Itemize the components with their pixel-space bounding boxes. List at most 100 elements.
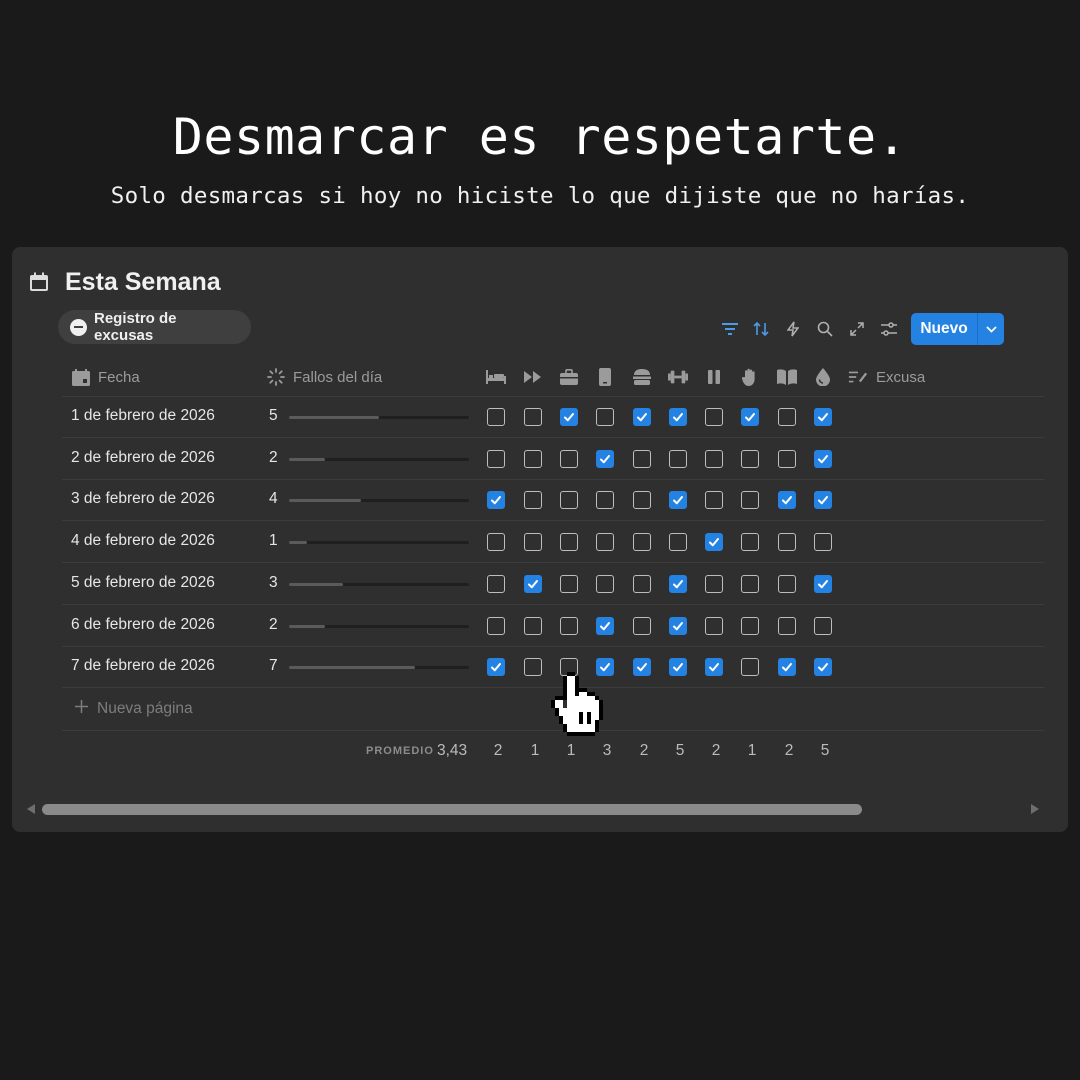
habit-checkbox[interactable] [487, 491, 505, 509]
habit-checkbox[interactable] [669, 491, 687, 509]
column-header-fails[interactable]: Fallos del día [293, 366, 382, 388]
row-date[interactable]: 7 de febrero de 2026 [71, 657, 215, 675]
habit-checkbox[interactable] [669, 408, 687, 426]
habit-checkbox[interactable] [487, 575, 505, 593]
phone-icon[interactable] [595, 368, 615, 386]
scroll-left-arrow[interactable] [27, 804, 35, 814]
habit-checkbox[interactable] [487, 617, 505, 635]
filter-icon[interactable] [721, 318, 739, 340]
habit-checkbox[interactable] [705, 658, 723, 676]
habit-checkbox[interactable] [778, 450, 796, 468]
habit-checkbox[interactable] [487, 658, 505, 676]
habit-checkbox[interactable] [560, 408, 578, 426]
row-date[interactable]: 3 de febrero de 2026 [71, 490, 215, 508]
habit-checkbox[interactable] [669, 658, 687, 676]
row-date[interactable]: 4 de febrero de 2026 [71, 532, 215, 550]
habit-checkbox[interactable] [487, 408, 505, 426]
pause-icon[interactable] [704, 368, 724, 386]
habit-checkbox[interactable] [524, 658, 542, 676]
habit-checkbox[interactable] [524, 617, 542, 635]
habit-checkbox[interactable] [560, 491, 578, 509]
habit-checkbox[interactable] [741, 408, 759, 426]
new-page-button[interactable]: Nueva página [75, 700, 193, 718]
habit-checkbox[interactable] [633, 491, 651, 509]
habit-checkbox[interactable] [669, 450, 687, 468]
expand-icon[interactable] [848, 318, 866, 340]
habit-checkbox[interactable] [814, 575, 832, 593]
habit-checkbox[interactable] [705, 408, 723, 426]
book-icon[interactable] [777, 368, 797, 386]
sort-icon[interactable] [752, 318, 770, 340]
habit-checkbox[interactable] [778, 658, 796, 676]
habit-checkbox[interactable] [596, 533, 614, 551]
habit-checkbox[interactable] [778, 575, 796, 593]
habit-checkbox[interactable] [814, 491, 832, 509]
dumbbell-icon[interactable] [668, 368, 688, 386]
habit-checkbox[interactable] [741, 450, 759, 468]
horizontal-scrollbar[interactable] [42, 804, 862, 815]
habit-checkbox[interactable] [633, 450, 651, 468]
habit-checkbox[interactable] [814, 658, 832, 676]
habit-checkbox[interactable] [669, 617, 687, 635]
fast-forward-icon[interactable] [523, 368, 543, 386]
habit-checkbox[interactable] [633, 617, 651, 635]
habit-checkbox[interactable] [814, 450, 832, 468]
burger-icon[interactable] [632, 368, 652, 386]
habit-checkbox[interactable] [705, 575, 723, 593]
view-tab-excuses[interactable]: Registro de excusas [58, 310, 251, 344]
habit-checkbox[interactable] [560, 617, 578, 635]
chevron-down-icon[interactable] [978, 325, 1004, 333]
habit-checkbox[interactable] [633, 408, 651, 426]
new-button[interactable]: Nuevo [911, 313, 1004, 345]
habit-checkbox[interactable] [633, 575, 651, 593]
briefcase-icon[interactable] [559, 368, 579, 386]
settings-sliders-icon[interactable] [880, 318, 898, 340]
habit-checkbox[interactable] [487, 450, 505, 468]
habit-checkbox[interactable] [524, 533, 542, 551]
column-header-date[interactable]: Fecha [98, 366, 140, 388]
habit-checkbox[interactable] [596, 408, 614, 426]
habit-checkbox[interactable] [814, 533, 832, 551]
habit-checkbox[interactable] [705, 491, 723, 509]
habit-checkbox[interactable] [596, 491, 614, 509]
habit-checkbox[interactable] [596, 450, 614, 468]
lightning-icon[interactable] [784, 318, 802, 340]
habit-checkbox[interactable] [778, 533, 796, 551]
habit-checkbox[interactable] [778, 491, 796, 509]
row-date[interactable]: 2 de febrero de 2026 [71, 449, 215, 467]
habit-checkbox[interactable] [633, 658, 651, 676]
habit-checkbox[interactable] [705, 617, 723, 635]
row-date[interactable]: 5 de febrero de 2026 [71, 574, 215, 592]
habit-checkbox[interactable] [524, 408, 542, 426]
habit-checkbox[interactable] [524, 450, 542, 468]
habit-checkbox[interactable] [705, 450, 723, 468]
habit-checkbox[interactable] [814, 408, 832, 426]
habit-checkbox[interactable] [560, 450, 578, 468]
database-title[interactable]: Esta Semana [65, 268, 221, 297]
column-header-excuse[interactable]: Excusa [876, 366, 925, 388]
habit-checkbox[interactable] [814, 617, 832, 635]
row-date[interactable]: 6 de febrero de 2026 [71, 616, 215, 634]
habit-checkbox[interactable] [524, 575, 542, 593]
scroll-right-arrow[interactable] [1031, 804, 1039, 814]
habit-checkbox[interactable] [741, 658, 759, 676]
habit-checkbox[interactable] [741, 617, 759, 635]
habit-checkbox[interactable] [778, 617, 796, 635]
habit-checkbox[interactable] [524, 491, 542, 509]
drop-icon[interactable] [813, 368, 833, 386]
search-icon[interactable] [816, 318, 834, 340]
bed-icon[interactable] [486, 368, 506, 386]
habit-checkbox[interactable] [741, 533, 759, 551]
habit-checkbox[interactable] [633, 533, 651, 551]
habit-checkbox[interactable] [669, 533, 687, 551]
habit-checkbox[interactable] [741, 575, 759, 593]
habit-checkbox[interactable] [596, 575, 614, 593]
hand-icon[interactable] [740, 368, 760, 386]
habit-checkbox[interactable] [560, 575, 578, 593]
habit-checkbox[interactable] [669, 575, 687, 593]
habit-checkbox[interactable] [560, 533, 578, 551]
habit-checkbox[interactable] [705, 533, 723, 551]
habit-checkbox[interactable] [487, 533, 505, 551]
habit-checkbox[interactable] [778, 408, 796, 426]
habit-checkbox[interactable] [596, 617, 614, 635]
